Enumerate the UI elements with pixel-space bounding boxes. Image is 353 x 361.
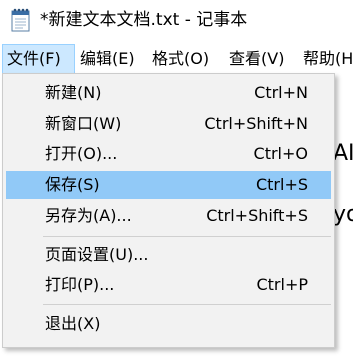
menu-format[interactable]: 格式(O)	[148, 44, 213, 74]
file-menu-dropdown: 新建(N) Ctrl+N 新窗口(W) Ctrl+Shift+N 打开(O)..…	[2, 73, 335, 348]
menu-item-new-window[interactable]: 新窗口(W) Ctrl+Shift+N	[6, 110, 331, 138]
menu-item-label: 页面设置(U)...	[45, 245, 149, 264]
menu-edit[interactable]: 编辑(E)	[76, 44, 139, 74]
menu-item-open[interactable]: 打开(O)... Ctrl+O	[6, 140, 331, 168]
menu-item-label: 打开(O)...	[45, 144, 118, 163]
menu-item-label: 打印(P)...	[45, 275, 115, 294]
editor-text-line: yo	[333, 202, 353, 227]
menu-item-shortcut: Ctrl+S	[255, 175, 308, 194]
menu-separator	[43, 304, 331, 305]
menu-item-label: 新建(N)	[45, 83, 102, 102]
menu-item-page-setup[interactable]: 页面设置(U)...	[6, 241, 331, 269]
menu-item-exit[interactable]: 退出(X)	[6, 310, 331, 338]
menu-file[interactable]: 文件(F)	[2, 44, 75, 74]
menu-item-label: 新窗口(W)	[45, 114, 122, 133]
menu-bar: 文件(F) 编辑(E) 格式(O) 查看(V) 帮助(H	[0, 44, 353, 74]
menu-item-save-as[interactable]: 另存为(A)... Ctrl+Shift+S	[6, 202, 331, 230]
menu-separator	[43, 236, 331, 237]
menu-view[interactable]: 查看(V)	[225, 44, 288, 74]
menu-item-shortcut: Ctrl+O	[253, 144, 308, 163]
menu-item-save[interactable]: 保存(S) Ctrl+S	[6, 171, 331, 199]
menu-help[interactable]: 帮助(H	[299, 44, 353, 74]
menu-item-shortcut: Ctrl+Shift+N	[204, 114, 308, 133]
menu-item-label: 保存(S)	[45, 175, 100, 194]
menu-item-shortcut: Ctrl+Shift+S	[206, 206, 308, 225]
window-title: *新建文本文档.txt - 记事本	[40, 10, 248, 30]
title-bar: *新建文本文档.txt - 记事本	[0, 0, 353, 40]
menu-item-label: 退出(X)	[45, 314, 101, 333]
notepad-icon	[11, 8, 31, 32]
menu-item-print[interactable]: 打印(P)... Ctrl+P	[6, 271, 331, 299]
editor-text-line: AI	[333, 141, 353, 166]
menu-item-shortcut: Ctrl+P	[256, 275, 308, 294]
menu-item-new[interactable]: 新建(N) Ctrl+N	[6, 79, 331, 107]
menu-item-label: 另存为(A)...	[45, 206, 132, 225]
menu-item-shortcut: Ctrl+N	[254, 83, 308, 102]
